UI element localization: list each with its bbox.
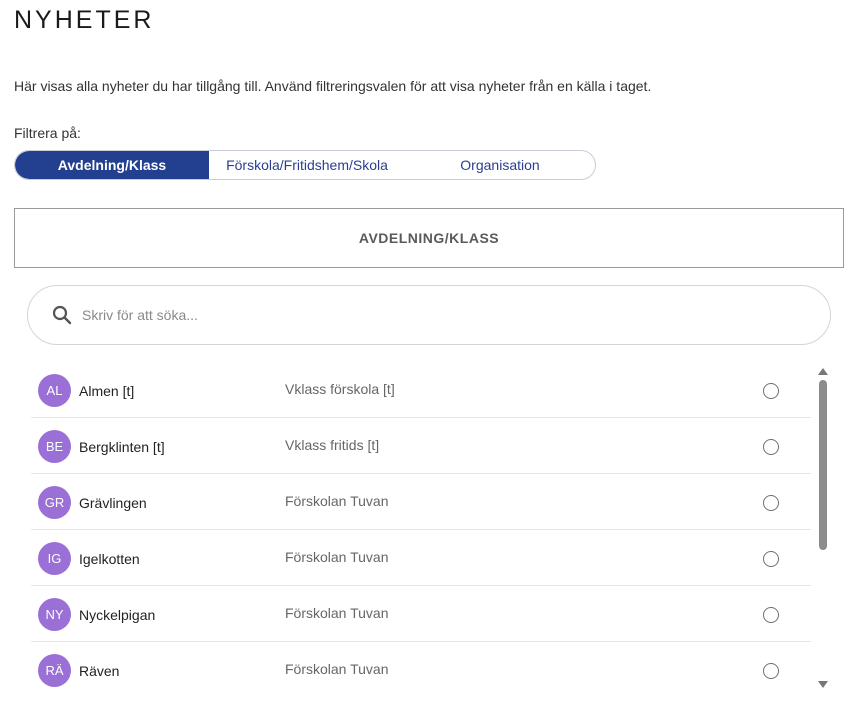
item-school: Förskolan Tuvan [285, 605, 389, 621]
avatar: IG [38, 542, 71, 575]
scroll-thumb[interactable] [819, 380, 827, 550]
item-school: Vklass förskola [t] [285, 381, 395, 397]
list-item[interactable]: NY Nyckelpigan Förskolan Tuvan [31, 586, 811, 642]
item-school: Förskolan Tuvan [285, 661, 389, 677]
scroll-down-arrow-icon[interactable] [818, 681, 828, 688]
section-heading: AVDELNING/KLASS [358, 230, 500, 246]
avatar: AL [38, 374, 71, 407]
select-radio[interactable] [763, 551, 779, 567]
search-bar[interactable] [27, 285, 831, 345]
avatar: NY [38, 598, 71, 631]
select-radio[interactable] [763, 495, 779, 511]
item-list: AL Almen [t] Vklass förskola [t] BE Berg… [31, 362, 811, 698]
filter-option-organisation[interactable]: Organisation [405, 151, 595, 179]
filter-label: Filtrera på: [14, 125, 81, 141]
item-school: Förskolan Tuvan [285, 493, 389, 509]
news-page: NYHETER Här visas alla nyheter du har ti… [0, 0, 850, 710]
item-name: Almen [t] [79, 383, 135, 399]
select-radio[interactable] [763, 439, 779, 455]
avatar: GR [38, 486, 71, 519]
list-item[interactable]: GR Grävlingen Förskolan Tuvan [31, 474, 811, 530]
item-name: Igelkotten [79, 551, 140, 567]
avatar: RÄ [38, 654, 71, 687]
scroll-up-arrow-icon[interactable] [818, 368, 828, 375]
item-name: Grävlingen [79, 495, 147, 511]
filter-segmented-control: Avdelning/Klass Förskola/Fritidshem/Skol… [14, 150, 596, 180]
item-name: Bergklinten [t] [79, 439, 165, 455]
item-name: Nyckelpigan [79, 607, 156, 623]
list-item[interactable]: IG Igelkotten Förskolan Tuvan [31, 530, 811, 586]
section-heading-box: AVDELNING/KLASS [14, 208, 844, 268]
intro-text: Här visas alla nyheter du har tillgång t… [14, 78, 652, 94]
filter-option-forskola-fritidshem-skola[interactable]: Förskola/Fritidshem/Skola [209, 151, 405, 179]
item-school: Vklass fritids [t] [285, 437, 380, 453]
list-item[interactable]: RÄ Räven Förskolan Tuvan [31, 642, 811, 698]
item-name: Räven [79, 663, 120, 679]
select-radio[interactable] [763, 607, 779, 623]
page-title: NYHETER [14, 6, 155, 34]
list-item[interactable]: AL Almen [t] Vklass förskola [t] [31, 362, 811, 418]
list-item[interactable]: BE Bergklinten [t] Vklass fritids [t] [31, 418, 811, 474]
select-radio[interactable] [763, 663, 779, 679]
select-radio[interactable] [763, 383, 779, 399]
filter-option-avdelning-klass[interactable]: Avdelning/Klass [15, 151, 209, 179]
avatar: BE [38, 430, 71, 463]
search-input[interactable] [80, 306, 764, 324]
list-scrollbar[interactable] [816, 366, 830, 690]
search-icon [52, 305, 72, 325]
item-school: Förskolan Tuvan [285, 549, 389, 565]
